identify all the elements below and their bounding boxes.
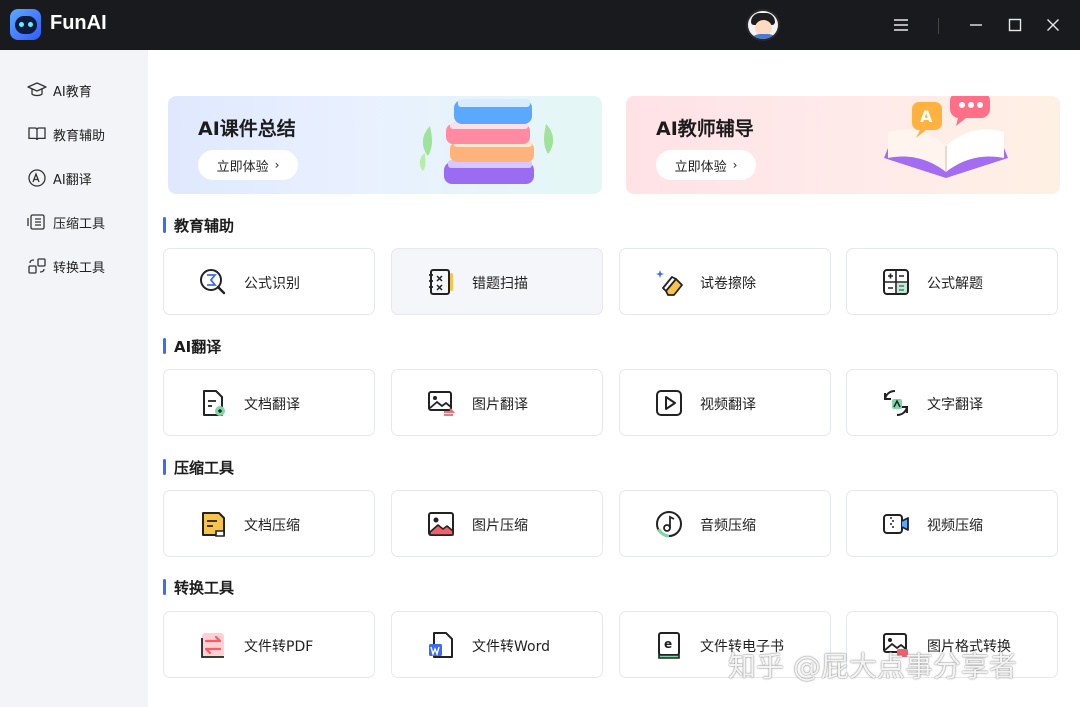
convert-icon — [28, 258, 46, 274]
card-label: 公式解题 — [927, 276, 983, 292]
card-label: 文件转电子书 — [700, 639, 784, 655]
text-translate-icon — [884, 390, 908, 416]
card-label: 音频压缩 — [700, 518, 756, 534]
video-play-icon — [656, 390, 682, 416]
card-file-to-word[interactable]: 文件转Word — [391, 611, 603, 678]
sidebar-item-label: 压缩工具 — [53, 216, 106, 232]
maximize-icon — [1008, 18, 1022, 32]
titlebar-divider — [938, 18, 939, 34]
card-file-to-ebook[interactable]: e 文件转电子书 — [619, 611, 831, 678]
card-image-format-convert[interactable]: 图片格式转换 — [846, 611, 1058, 678]
section-title-compress: 压缩工具 — [163, 457, 234, 477]
card-label: 文档压缩 — [244, 518, 300, 534]
card-image-compress[interactable]: 图片压缩 — [391, 490, 603, 557]
banner-title: AI教师辅导 — [656, 118, 754, 140]
image-format-icon — [883, 633, 908, 657]
image-translate-icon — [428, 391, 456, 416]
card-label: 文档翻译 — [244, 397, 300, 413]
app-logo-icon — [10, 9, 41, 40]
main-content: AI课件总结 立即体验 › AI教师辅导 立即体验 › A 教育辅助 公式识别 … — [148, 50, 1080, 707]
sidebar-item-label: AI翻译 — [53, 172, 92, 188]
card-label: 试卷擦除 — [700, 276, 756, 292]
audio-compress-icon — [656, 511, 682, 538]
document-compress-icon — [202, 512, 225, 537]
try-now-button[interactable]: 立即体验 › — [656, 150, 756, 180]
card-file-to-pdf[interactable]: 文件转PDF — [163, 611, 375, 678]
books-illustration-icon — [419, 99, 554, 184]
compress-icon — [27, 214, 45, 230]
sidebar-item-convert[interactable]: 转换工具 — [27, 255, 105, 277]
card-video-compress[interactable]: 视频压缩 — [846, 490, 1058, 557]
sidebar-item-label: 教育辅助 — [53, 128, 106, 144]
sidebar-item-label: AI教育 — [53, 84, 92, 100]
card-label: 公式识别 — [244, 276, 300, 292]
section-title-convert: 转换工具 — [163, 577, 234, 597]
close-icon — [1047, 19, 1059, 31]
video-compress-icon — [883, 514, 909, 534]
card-label: 视频压缩 — [927, 518, 983, 534]
chevron-right-icon: › — [274, 158, 280, 172]
calculator-icon — [883, 269, 909, 295]
sidebar-item-compress[interactable]: 压缩工具 — [27, 211, 105, 233]
card-text-translate[interactable]: 文字翻译 — [846, 369, 1058, 436]
try-now-button[interactable]: 立即体验 › — [198, 150, 298, 180]
ebook-convert-icon: e — [658, 632, 680, 659]
card-formula-recognition[interactable]: 公式识别 — [163, 248, 375, 315]
eraser-icon — [656, 270, 683, 296]
word-convert-icon — [429, 632, 453, 658]
sidebar-item-ai-translate[interactable]: AI翻译 — [27, 167, 92, 189]
maximize-button[interactable] — [1003, 13, 1027, 37]
banner-teacher-tutoring[interactable]: AI教师辅导 立即体验 › A — [626, 96, 1060, 194]
svg-text:A: A — [920, 107, 933, 126]
card-label: 文字翻译 — [927, 397, 983, 413]
translate-icon — [28, 169, 46, 187]
sidebar-item-edu-assist[interactable]: 教育辅助 — [27, 123, 105, 145]
card-label: 图片压缩 — [472, 518, 528, 534]
open-book-illustration-icon: A — [884, 96, 1008, 178]
pdf-convert-icon — [201, 633, 224, 658]
card-label: 图片翻译 — [472, 397, 528, 413]
image-compress-icon — [428, 512, 454, 536]
document-translate-icon — [203, 390, 225, 416]
card-label: 视频翻译 — [700, 397, 756, 413]
app-name: FunAI — [50, 12, 107, 34]
card-paper-erase[interactable]: 试卷擦除 — [619, 248, 831, 315]
card-audio-compress[interactable]: 音频压缩 — [619, 490, 831, 557]
card-label: 图片格式转换 — [927, 639, 1011, 655]
card-label: 文件转Word — [472, 639, 550, 655]
sidebar: AI教育 教育辅助 AI翻译 压缩工具 转换工具 — [0, 50, 148, 707]
menu-button[interactable] — [889, 13, 913, 37]
card-document-translate[interactable]: 文档翻译 — [163, 369, 375, 436]
formula-icon — [200, 269, 226, 295]
user-avatar[interactable] — [746, 9, 780, 41]
close-button[interactable] — [1041, 13, 1065, 37]
minimize-button[interactable] — [964, 13, 988, 37]
card-wrong-question-scan[interactable]: 错题扫描 — [391, 248, 603, 315]
card-video-translate[interactable]: 视频翻译 — [619, 369, 831, 436]
menu-icon — [894, 19, 908, 31]
title-bar: FunAI — [0, 0, 1080, 50]
card-label: 错题扫描 — [472, 276, 528, 292]
sidebar-item-label: 转换工具 — [53, 260, 106, 276]
banner-title: AI课件总结 — [198, 118, 296, 140]
svg-text:e: e — [664, 637, 672, 651]
chevron-right-icon: › — [732, 158, 738, 172]
banner-courseware-summary[interactable]: AI课件总结 立即体验 › — [168, 96, 602, 194]
minimize-icon — [970, 24, 982, 26]
section-title-edu-assist: 教育辅助 — [163, 215, 234, 235]
sidebar-item-ai-education[interactable]: AI教育 — [27, 79, 92, 101]
book-icon — [28, 127, 46, 141]
card-formula-solve[interactable]: 公式解题 — [846, 248, 1058, 315]
card-document-compress[interactable]: 文档压缩 — [163, 490, 375, 557]
scan-notebook-icon — [429, 269, 453, 295]
card-label: 文件转PDF — [244, 639, 314, 655]
card-image-translate[interactable]: 图片翻译 — [391, 369, 603, 436]
section-title-ai-translate: AI翻译 — [163, 336, 221, 356]
graduation-cap-icon — [27, 82, 47, 97]
